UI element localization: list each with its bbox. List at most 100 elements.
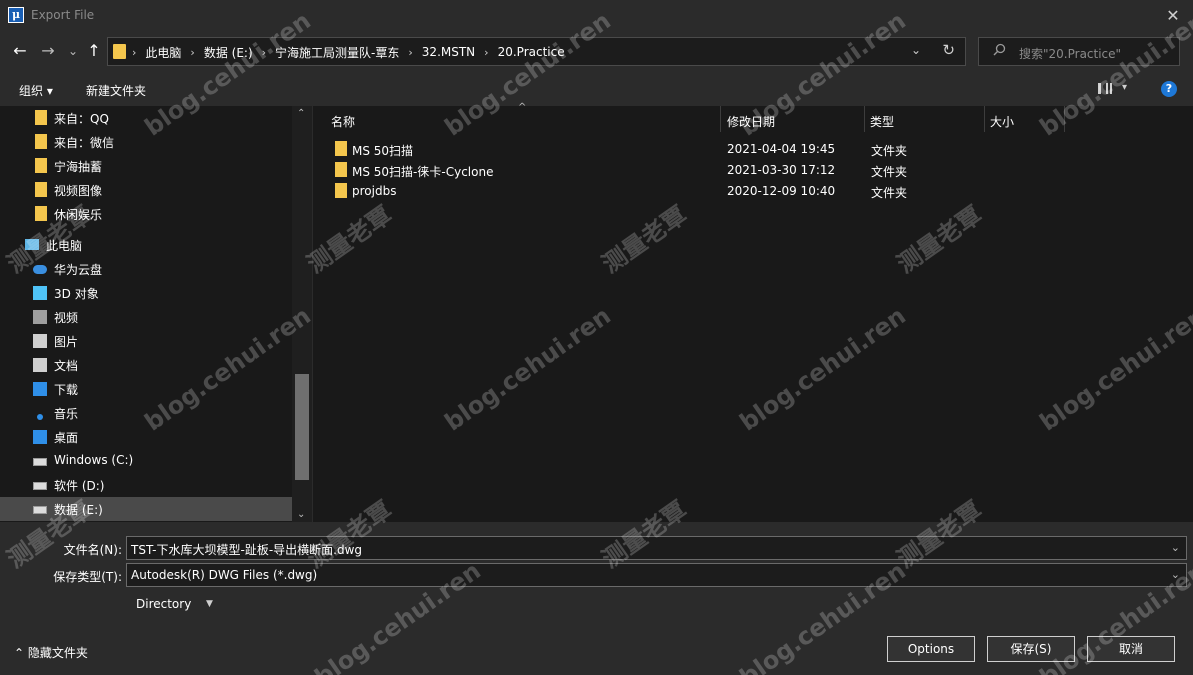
- help-icon[interactable]: ?: [1161, 81, 1177, 97]
- column-header-type[interactable]: 类型: [870, 106, 982, 132]
- sidebar-item[interactable]: 软件 (D:): [0, 473, 292, 497]
- breadcrumb-separator[interactable]: ›: [408, 46, 412, 59]
- sidebar-item[interactable]: 桌面: [0, 425, 292, 449]
- filetype-select[interactable]: Autodesk(R) DWG Files (*.dwg) ⌄: [126, 563, 1187, 587]
- sidebar-item[interactable]: Windows (C:): [0, 449, 292, 473]
- sidebar-item-label: 视频: [54, 311, 79, 325]
- column-header-size[interactable]: 大小: [990, 106, 1064, 132]
- sidebar-item[interactable]: 数据 (E:): [0, 497, 292, 521]
- scroll-up-button[interactable]: ⌃: [297, 108, 305, 119]
- chevron-down-icon[interactable]: ⌄: [1171, 541, 1180, 554]
- sidebar-item-label: 软件 (D:): [54, 479, 105, 493]
- folder-icon: [35, 182, 47, 197]
- sidebar-item[interactable]: 下载: [0, 377, 292, 401]
- video-icon: [33, 310, 47, 324]
- sidebar-item-label: 休闲娱乐: [54, 208, 103, 222]
- sidebar-item[interactable]: 宁海抽蓄: [0, 154, 292, 178]
- organize-menu[interactable]: 组织 ▾: [19, 82, 53, 99]
- column-header-label: 修改日期: [727, 115, 776, 129]
- column-header-modified[interactable]: 修改日期: [727, 106, 863, 132]
- breadcrumb-item[interactable]: 20.Practice: [498, 45, 565, 59]
- file-name: MS 50扫描: [352, 144, 414, 158]
- column-header-name[interactable]: 名称: [331, 106, 719, 132]
- app-logo-icon: μ: [8, 7, 24, 23]
- forward-button[interactable]: →: [37, 40, 59, 62]
- file-type: 文件夹: [871, 186, 908, 200]
- up-button[interactable]: ↑: [83, 40, 105, 62]
- music-icon: [37, 414, 43, 420]
- cloud-icon: [33, 265, 47, 274]
- breadcrumb-item[interactable]: 数据 (E:): [204, 44, 253, 61]
- file-row[interactable]: MS 50扫描 2021-04-04 19:45 文件夹: [333, 139, 1113, 160]
- sidebar-item[interactable]: 视频: [0, 305, 292, 329]
- sidebar-item[interactable]: 来自：QQ: [0, 106, 292, 130]
- filename-field[interactable]: TST-下水库大坝模型-趾板-导出横断面.dwg ⌄: [126, 536, 1187, 560]
- address-bar[interactable]: › 此电脑 › 数据 (E:) › 宁海施工局测量队-覃东 › 32.MSTN …: [107, 37, 966, 66]
- file-row[interactable]: MS 50扫描-徕卡-Cyclone 2021-03-30 17:12 文件夹: [333, 160, 1113, 181]
- computer-icon: [25, 239, 39, 250]
- directory-button[interactable]: Directory: [136, 597, 191, 611]
- sidebar-item[interactable]: 此电脑: [0, 233, 292, 257]
- save-button[interactable]: 保存(S): [987, 636, 1075, 662]
- sidebar-item[interactable]: 休闲娱乐: [0, 202, 292, 226]
- column-divider[interactable]: [720, 106, 721, 132]
- column-divider[interactable]: [984, 106, 985, 132]
- column-divider[interactable]: [1064, 106, 1065, 132]
- directory-dropdown-icon[interactable]: ▼: [206, 599, 213, 609]
- chevron-down-icon[interactable]: ⌄: [1171, 568, 1180, 581]
- navigation-pane[interactable]: 来自：QQ 来自：微信宁海抽蓄视频图像休闲娱乐此电脑华为云盘 3D 对象视频图片 文档…: [0, 106, 312, 522]
- column-header-label: 名称: [331, 115, 356, 129]
- recent-locations-button[interactable]: ⌄: [62, 40, 84, 62]
- breadcrumb-separator[interactable]: ›: [484, 46, 488, 59]
- sidebar-item-label: 数据 (E:): [54, 503, 103, 517]
- file-modified: 2020-12-09 10:40: [727, 184, 836, 198]
- breadcrumb-separator[interactable]: ›: [190, 46, 194, 59]
- breadcrumb: › 此电脑 › 数据 (E:) › 宁海施工局测量队-覃东 › 32.MSTN …: [132, 44, 565, 60]
- drive-icon: [33, 458, 47, 466]
- drive-icon: [33, 482, 47, 490]
- file-modified: 2021-03-30 17:12: [727, 163, 836, 177]
- folder-icon: [335, 162, 347, 177]
- folder-icon: [335, 183, 347, 198]
- options-button[interactable]: Options: [887, 636, 975, 662]
- breadcrumb-item[interactable]: 此电脑: [145, 44, 181, 61]
- sidebar-item-label: 华为云盘: [54, 263, 103, 277]
- sidebar-item-label: 3D 对象: [54, 287, 99, 301]
- new-folder-button[interactable]: 新建文件夹: [86, 82, 146, 99]
- breadcrumb-item[interactable]: 32.MSTN: [422, 45, 475, 59]
- search-placeholder: 搜索"20.Practice": [1019, 47, 1122, 61]
- sidebar-item[interactable]: 视频图像: [0, 178, 292, 202]
- breadcrumb-separator[interactable]: ›: [262, 46, 266, 59]
- scrollbar-thumb[interactable]: [295, 374, 309, 480]
- refresh-icon[interactable]: ↻: [942, 41, 955, 59]
- drive-icon: [33, 506, 47, 514]
- sidebar-item[interactable]: 华为云盘: [0, 257, 292, 281]
- file-row[interactable]: projdbs 2020-12-09 10:40 文件夹: [333, 181, 1113, 202]
- file-type: 文件夹: [871, 165, 908, 179]
- view-options-icon[interactable]: [1098, 83, 1112, 94]
- file-list[interactable]: ^ 名称 修改日期 类型 大小 MS 50扫描 2021-04-04 19:45…: [313, 102, 1193, 522]
- folder-icon: [35, 158, 47, 173]
- search-input[interactable]: 搜索"20.Practice": [978, 37, 1180, 66]
- cancel-button[interactable]: 取消: [1087, 636, 1175, 662]
- back-button[interactable]: ←: [9, 40, 31, 62]
- sidebar-item-label: 宁海抽蓄: [54, 160, 103, 174]
- view-dropdown-button[interactable]: ▾: [1122, 82, 1127, 93]
- download-icon: [33, 382, 47, 396]
- sidebar-item[interactable]: 3D 对象: [0, 281, 292, 305]
- scroll-down-button[interactable]: ⌄: [297, 509, 305, 520]
- hide-folders-toggle[interactable]: ⌃ 隐藏文件夹: [14, 644, 88, 661]
- sidebar-item[interactable]: 图片: [0, 329, 292, 353]
- filetype-label: 保存类型(T):: [53, 570, 122, 584]
- close-button[interactable]: ✕: [1161, 4, 1185, 28]
- sidebar-item[interactable]: 文档: [0, 353, 292, 377]
- sidebar-item[interactable]: 来自：微信: [0, 130, 292, 154]
- picture-icon: [33, 334, 47, 348]
- breadcrumb-item[interactable]: 宁海施工局测量队-覃东: [275, 44, 399, 61]
- sidebar-scrollbar[interactable]: ⌃ ⌄: [292, 106, 312, 522]
- sidebar-item-label: Windows (C:): [54, 453, 134, 467]
- file-type: 文件夹: [871, 144, 908, 158]
- column-divider[interactable]: [864, 106, 865, 132]
- sidebar-item[interactable]: 音乐: [0, 401, 292, 425]
- address-history-dropdown[interactable]: ⌄: [911, 43, 921, 57]
